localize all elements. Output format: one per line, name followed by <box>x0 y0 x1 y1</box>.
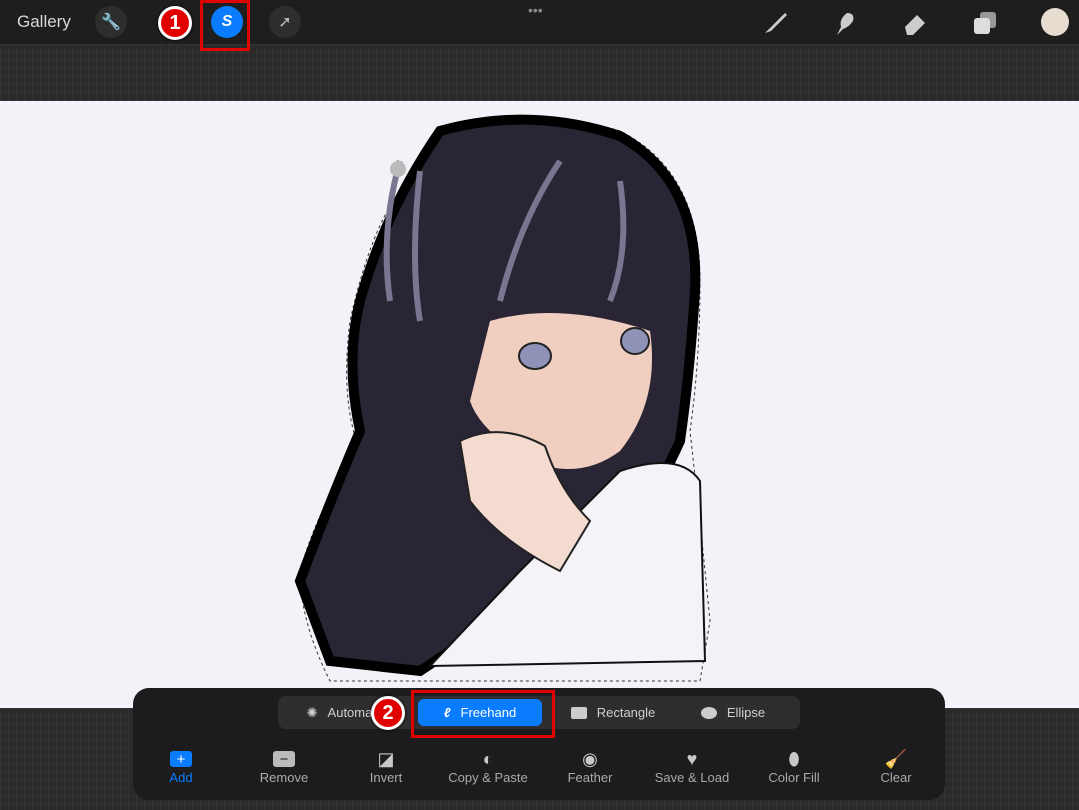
smudge-icon[interactable] <box>830 8 860 38</box>
automatic-icon: ✺ <box>306 704 318 720</box>
rectangle-icon <box>570 706 587 719</box>
color-fill-button[interactable]: ⬮ Color Fill <box>744 748 844 786</box>
clear-button[interactable]: 🧹 Clear <box>846 748 946 786</box>
wrench-icon[interactable]: 🔧 <box>95 6 127 38</box>
copy-paste-icon: ◐ <box>482 748 494 769</box>
eraser-icon[interactable] <box>900 8 930 38</box>
color-fill-icon: ⬮ <box>788 748 800 769</box>
more-options-handle[interactable]: ••• <box>528 2 543 18</box>
remove-button[interactable]: − Remove <box>234 748 334 786</box>
layers-icon[interactable] <box>970 8 1000 38</box>
mode-rectangle[interactable]: Rectangle <box>558 699 668 726</box>
gallery-button[interactable]: Gallery <box>17 12 71 32</box>
artwork-illustration <box>294 114 711 682</box>
annotation-box-2 <box>411 690 555 738</box>
add-button[interactable]: + Add <box>131 748 231 786</box>
invert-button[interactable]: ◪ Invert <box>336 748 436 786</box>
annotation-box-1 <box>200 0 250 51</box>
save-load-button[interactable]: ♥ Save & Load <box>642 748 742 786</box>
color-swatch[interactable] <box>1041 8 1069 36</box>
annotation-badge-1: 1 <box>158 6 192 40</box>
ellipse-icon <box>700 706 717 719</box>
annotation-badge-2: 2 <box>371 696 405 730</box>
copy-paste-button[interactable]: ◐ Copy & Paste <box>438 748 538 786</box>
add-icon: + <box>170 751 192 768</box>
broom-icon: 🧹 <box>884 748 908 769</box>
brush-icon[interactable] <box>760 8 790 38</box>
canvas-background-top <box>0 44 1079 101</box>
heart-icon: ♥ <box>686 748 698 769</box>
feather-button[interactable]: ◉ Feather <box>540 748 640 786</box>
transform-arrow-icon[interactable]: ➚ <box>269 6 301 38</box>
drawing-canvas[interactable] <box>0 101 1079 708</box>
invert-icon: ◪ <box>377 748 395 769</box>
mode-ellipse[interactable]: Ellipse <box>678 699 788 726</box>
remove-icon: − <box>273 751 295 768</box>
feather-icon: ◉ <box>582 748 598 769</box>
